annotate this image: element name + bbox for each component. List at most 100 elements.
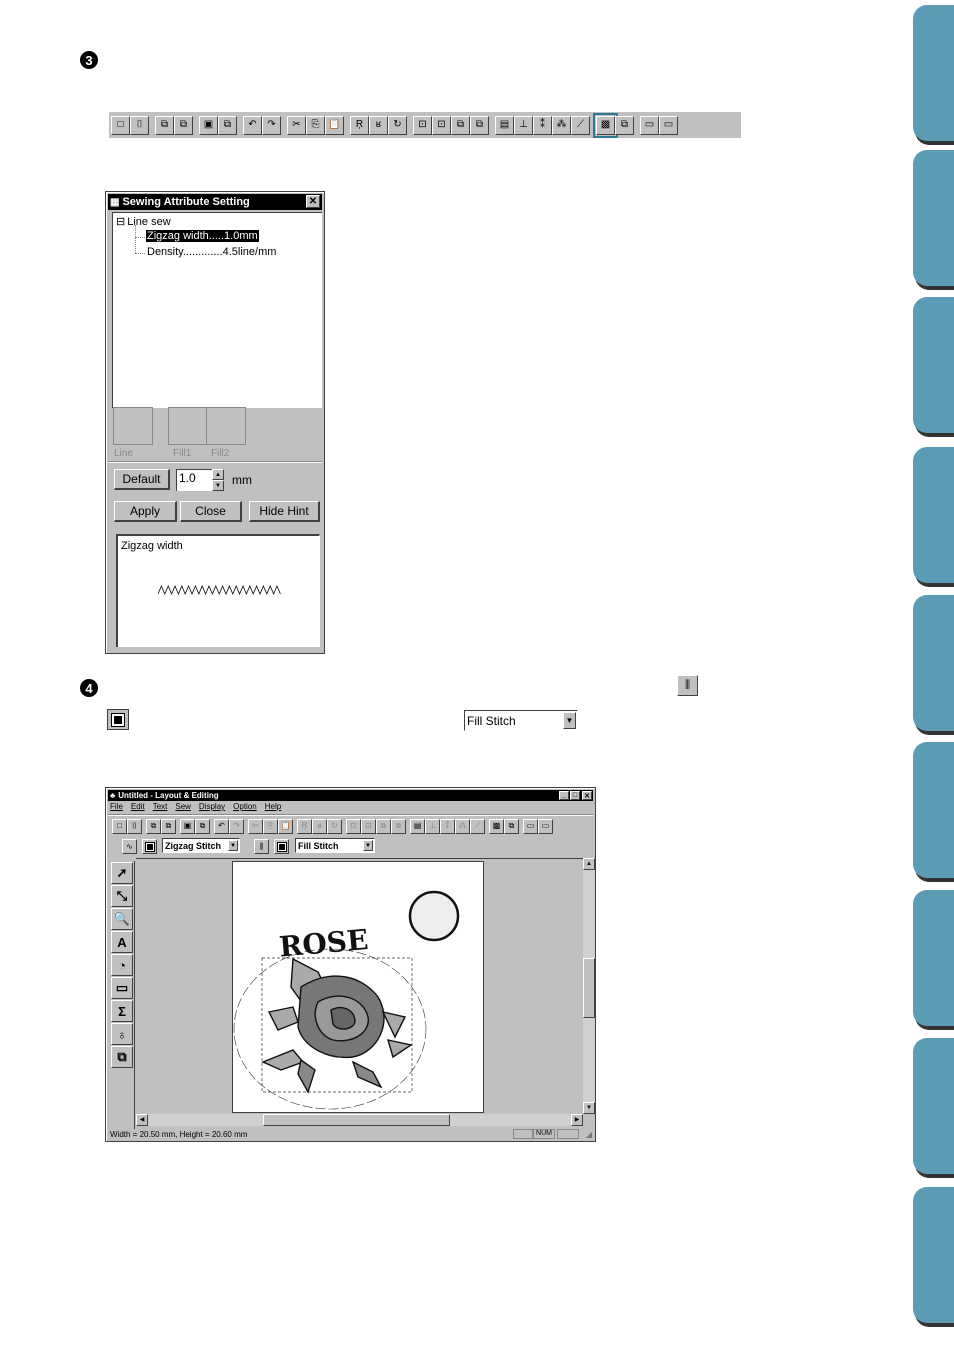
line-sew-type-select[interactable]: Zigzag Stitch ▼ xyxy=(162,838,240,853)
menu-file[interactable]: File xyxy=(110,802,123,813)
close-icon[interactable]: ✕ xyxy=(582,791,592,800)
stamp-icon[interactable]: ♁ xyxy=(111,1023,133,1045)
text-attribute-icon[interactable]: ▤ xyxy=(410,818,425,834)
menu-sew[interactable]: Sew xyxy=(175,802,191,813)
hide-hint-button[interactable]: Hide Hint xyxy=(249,501,320,522)
open-file-icon[interactable]: ⌷ xyxy=(130,115,149,135)
rotate-icon[interactable]: ↻ xyxy=(388,115,407,135)
new-file-icon[interactable]: □ xyxy=(111,115,130,135)
scroll-right-icon[interactable]: ▶ xyxy=(571,1114,583,1126)
apply-button[interactable]: Apply xyxy=(114,501,177,522)
design-page[interactable]: ROSE xyxy=(232,861,484,1113)
paste-icon[interactable]: 📋 xyxy=(278,818,293,834)
resize-grip-icon[interactable]: ◢ xyxy=(586,1130,592,1139)
fit-text-icon[interactable]: ⊥ xyxy=(514,115,533,135)
text-vertical-icon[interactable]: ⁑ xyxy=(533,115,552,135)
text-icon[interactable]: A xyxy=(111,931,133,953)
ungroup-icon[interactable]: ⊡ xyxy=(361,818,376,834)
chapter-tab-8[interactable] xyxy=(913,1038,954,1174)
chevron-down-icon[interactable]: ▼ xyxy=(563,712,576,729)
spin-up-icon[interactable]: ▲ xyxy=(212,469,224,480)
sewing-order-icon[interactable]: ⧉ xyxy=(615,115,634,135)
sewing-attribute-icon[interactable]: ▩ xyxy=(489,818,504,834)
preview-icon[interactable]: ▭ xyxy=(523,818,538,834)
save-as-icon[interactable]: ⧉ xyxy=(218,115,237,135)
attribute-tree[interactable]: ⊟ Line sew Zigzag width.....1.0mm Densit… xyxy=(112,212,322,408)
menu-display[interactable]: Display xyxy=(199,802,225,813)
close-icon[interactable]: ✕ xyxy=(306,195,320,208)
realistic-preview-icon[interactable]: ▭ xyxy=(659,115,678,135)
fill-stitch-select[interactable]: Fill Stitch ▼ xyxy=(464,710,578,731)
fill2-color-swatch[interactable] xyxy=(206,407,246,445)
text-arc-icon[interactable]: ⁂ xyxy=(552,115,571,135)
mirror-icon[interactable]: Ŗ xyxy=(297,818,312,834)
paste-icon[interactable]: 📋 xyxy=(325,115,344,135)
order-back-icon[interactable]: ⧉ xyxy=(470,115,489,135)
collapse-icon[interactable]: ⊟ xyxy=(116,215,125,228)
close-button[interactable]: Close xyxy=(180,501,242,522)
maximize-icon[interactable]: □ xyxy=(570,791,580,800)
outline-icon[interactable]: ◔ xyxy=(111,954,133,976)
text-vertical-icon[interactable]: ⁑ xyxy=(440,818,455,834)
export-icon[interactable]: ⧉ xyxy=(161,818,176,834)
tree-root-line-sew[interactable]: Line sew xyxy=(127,216,170,228)
minimize-icon[interactable]: _ xyxy=(559,791,569,800)
mirror-icon[interactable]: Ŗ xyxy=(350,115,369,135)
text-arc-icon[interactable]: ⁂ xyxy=(455,818,470,834)
sewing-order-icon[interactable]: ⧉ xyxy=(504,818,519,834)
region-sew-type-select[interactable]: Fill Stitch ▼ xyxy=(295,838,375,853)
import-icon[interactable]: ⧉ xyxy=(155,115,174,135)
text-slant-icon[interactable]: ⟋ xyxy=(571,115,590,135)
order-back-icon[interactable]: ⧉ xyxy=(391,818,406,834)
flip-icon[interactable]: ʁ xyxy=(369,115,388,135)
horizontal-scrollbar[interactable]: ◀ ▶ xyxy=(136,1114,583,1126)
chapter-tab-1[interactable] xyxy=(913,5,954,141)
undo-icon[interactable]: ↶ xyxy=(214,818,229,834)
flip-icon[interactable]: ʁ xyxy=(312,818,327,834)
group-icon[interactable]: ⊡ xyxy=(413,115,432,135)
open-file-icon[interactable]: ⌷ xyxy=(127,818,142,834)
save-icon[interactable]: ▣ xyxy=(180,818,195,834)
menu-text[interactable]: Text xyxy=(153,802,168,813)
chapter-tab-5[interactable] xyxy=(913,595,954,731)
order-front-icon[interactable]: ⧉ xyxy=(451,115,470,135)
text-slant-icon[interactable]: ⟋ xyxy=(470,818,485,834)
menu-edit[interactable]: Edit xyxy=(131,802,145,813)
point-edit-icon[interactable]: ⤡ xyxy=(111,885,133,907)
save-as-icon[interactable]: ⧉ xyxy=(195,818,210,834)
redo-icon[interactable]: ↷ xyxy=(262,115,281,135)
fit-text-icon[interactable]: ⊥ xyxy=(425,818,440,834)
text-attribute-icon[interactable]: ▤ xyxy=(495,115,514,135)
vertical-scroll-thumb[interactable] xyxy=(583,958,595,1018)
tree-item-density[interactable]: Density.............4.5line/mm xyxy=(147,246,276,258)
chapter-tab-6[interactable] xyxy=(913,742,954,878)
line-color-icon[interactable] xyxy=(142,839,157,854)
region-color-icon[interactable] xyxy=(274,839,289,854)
group-icon[interactable]: ⊡ xyxy=(346,818,361,834)
import-icon[interactable]: ⧉ xyxy=(146,818,161,834)
scroll-up-icon[interactable]: ▲ xyxy=(583,858,595,870)
copy-icon[interactable]: ⎘ xyxy=(263,818,278,834)
export-icon[interactable]: ⧉ xyxy=(174,115,193,135)
select-icon[interactable]: ➚ xyxy=(111,862,133,884)
tree-item-zigzag-width[interactable]: Zigzag width.....1.0mm xyxy=(146,230,259,242)
horizontal-scroll-thumb[interactable] xyxy=(263,1114,450,1126)
chevron-down-icon[interactable]: ▼ xyxy=(228,840,238,851)
shape-icon[interactable]: ▭ xyxy=(111,977,133,999)
undo-icon[interactable]: ↶ xyxy=(243,115,262,135)
chapter-tab-3[interactable] xyxy=(913,297,954,433)
fill1-color-swatch[interactable] xyxy=(168,407,208,445)
chapter-tab-2[interactable] xyxy=(913,150,954,286)
preview-icon[interactable]: ▭ xyxy=(640,115,659,135)
line-sew-icon[interactable]: ∿ xyxy=(122,839,137,854)
chapter-tab-4[interactable] xyxy=(913,447,954,583)
chapter-tab-7[interactable] xyxy=(913,890,954,1026)
new-file-icon[interactable]: □ xyxy=(112,818,127,834)
chevron-down-icon[interactable]: ▼ xyxy=(363,840,373,851)
ungroup-icon[interactable]: ⊡ xyxy=(432,115,451,135)
sewing-attribute-icon[interactable]: ▩ xyxy=(593,112,618,138)
menu-help[interactable]: Help xyxy=(265,802,281,813)
spin-down-icon[interactable]: ▼ xyxy=(212,480,224,491)
manual-punch-icon[interactable]: Σ xyxy=(111,1000,133,1022)
value-input[interactable]: 1.0 xyxy=(176,469,212,491)
